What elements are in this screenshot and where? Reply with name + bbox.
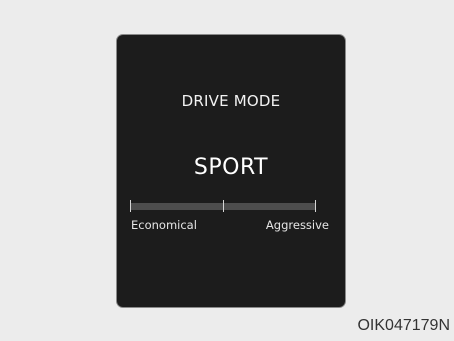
gauge-tick-left [130,200,131,212]
economical-label: Economical [131,218,197,232]
aggressive-label: Aggressive [265,218,329,232]
driving-style-gauge [127,200,323,212]
gauge-fill [130,203,223,210]
gauge-tick-mid [223,200,224,212]
drive-mode-display: DRIVE MODE SPORT Economical Aggressive [116,34,346,308]
gauge-tick-right [315,200,316,212]
drive-mode-value: SPORT [193,155,269,180]
drive-mode-title: DRIVE MODE [181,92,281,110]
figure-code: OIK047179N [357,317,450,334]
